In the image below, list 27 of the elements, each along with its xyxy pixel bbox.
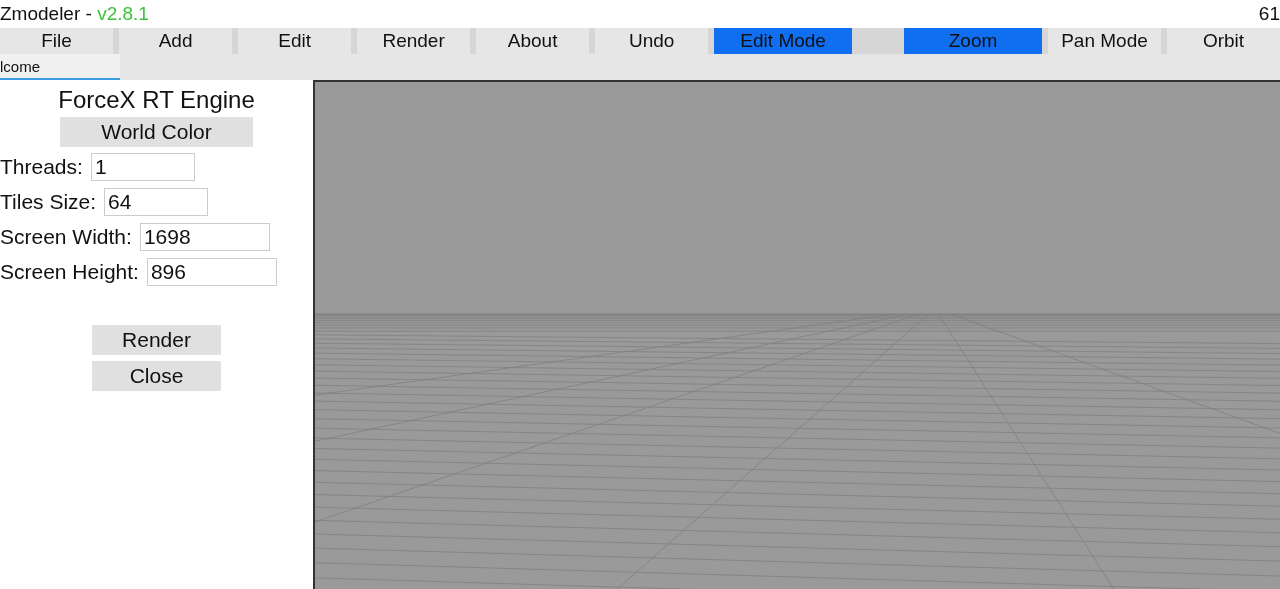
field-label: Threads: [0,155,83,179]
menu-item[interactable]: Undo [595,28,709,54]
menu-item[interactable]: Zoom [904,28,1042,54]
version-label: v2.8.1 [97,3,149,24]
input-field[interactable]: 64 [104,188,209,216]
input-field[interactable]: 896 [146,258,277,286]
menu-item[interactable]: Edit [238,28,352,54]
input-field[interactable]: 1 [90,153,195,181]
app-title: Zmodeler - [0,3,93,24]
viewport[interactable] [313,80,1280,589]
menu-item[interactable]: Pan Mode [1047,28,1161,54]
panel-button[interactable]: Close [92,361,221,391]
tab[interactable]: lcome [0,54,120,80]
menu-item[interactable]: File [0,28,114,54]
field-label: Tiles Size: [0,190,97,214]
menu-item[interactable]: Render [357,28,471,54]
panel-button[interactable]: Render [92,325,221,355]
field-label: Screen Height: [0,260,139,284]
field-label: Screen Width: [0,225,132,249]
world-color-button[interactable]: World Color [60,117,253,147]
input-field[interactable]: 1698 [139,223,270,251]
menu-item[interactable]: Add [119,28,233,54]
menu-item[interactable]: About [476,28,590,54]
panel-title: ForceX RT Engine [58,86,255,114]
menu-item[interactable]: Orbit [1167,28,1280,54]
fps-counter: 61 [1258,3,1280,25]
menu-item[interactable]: Edit Mode [714,28,853,54]
